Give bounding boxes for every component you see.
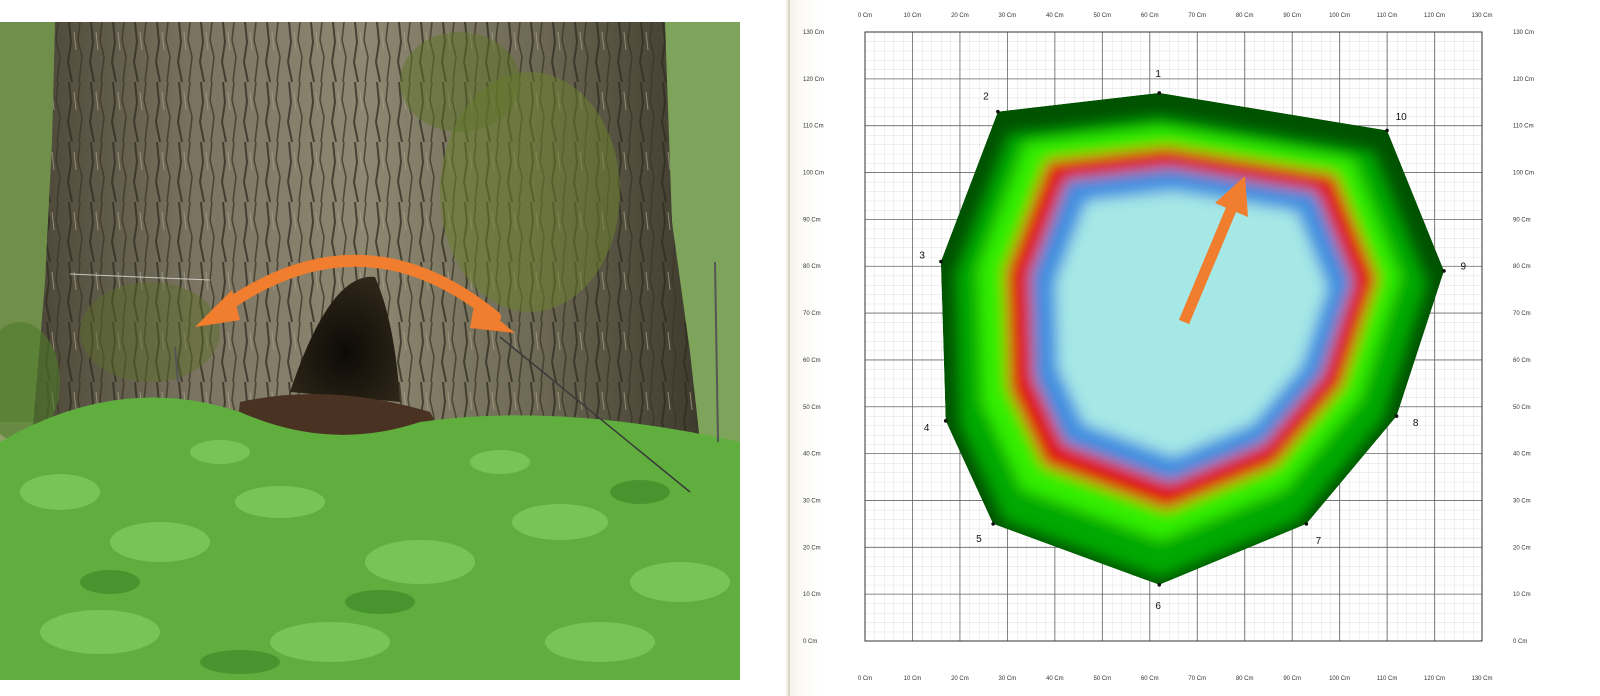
x-tick-label-top: 100 Cm — [1329, 13, 1350, 19]
sensor-point — [991, 522, 995, 526]
x-tick-label-bottom: 10 Cm — [904, 676, 922, 682]
x-tick-label-top: 130 Cm — [1471, 13, 1492, 19]
y-tick-label-right: 60 Cm — [1513, 358, 1531, 364]
x-tick-label-top: 20 Cm — [951, 13, 969, 19]
sensor-label: 2 — [983, 92, 989, 103]
x-tick-label-bottom: 120 Cm — [1424, 676, 1445, 682]
x-tick-label-top: 120 Cm — [1424, 13, 1445, 19]
sensor-point — [1442, 269, 1446, 273]
y-axis-right-labels: 0 Cm 10 Cm 20 Cm 30 Cm 40 Cm 50 Cm 60 Cm 70 Cm 8… — [1513, 30, 1534, 645]
sensor-point — [939, 259, 943, 264]
tomogram-panel: 0 Cm 10 Cm 20 Cm 30 Cm 40 Cm 50 Cm 60 Cm 70 Cm 8… — [790, 0, 1600, 696]
x-tick-label-top: 110 Cm — [1377, 13, 1398, 19]
x-tick-label-bottom: 60 Cm — [1141, 676, 1159, 682]
y-tick-label-left: 80 Cm — [803, 264, 821, 270]
x-tick-label-top: 30 Cm — [999, 13, 1017, 19]
x-tick-label-bottom: 100 Cm — [1329, 676, 1350, 682]
x-tick-label-bottom: 30 Cm — [999, 676, 1017, 682]
sensor-point — [943, 419, 948, 423]
sensor-point — [1157, 91, 1162, 95]
sensor-label: 6 — [1155, 601, 1161, 612]
y-tick-label-left: 20 Cm — [803, 545, 821, 551]
x-tick-label-bottom: 110 Cm — [1377, 676, 1398, 682]
y-tick-label-left: 10 Cm — [803, 592, 821, 598]
sensor-label: 5 — [976, 534, 982, 545]
y-tick-label-left: 130 Cm — [803, 30, 824, 36]
x-tick-label-bottom: 80 Cm — [1236, 676, 1254, 682]
x-tick-label-bottom: 0 Cm — [858, 676, 872, 682]
y-tick-label-right: 100 Cm — [1513, 171, 1534, 177]
x-tick-label-top: 10 Cm — [904, 13, 922, 19]
sensor-point — [1394, 414, 1399, 418]
y-tick-label-right: 30 Cm — [1513, 498, 1531, 504]
y-tick-label-left: 70 Cm — [803, 311, 821, 317]
x-tick-label-bottom: 90 Cm — [1283, 676, 1301, 682]
sensor-label: 9 — [1461, 262, 1467, 273]
y-tick-label-right: 80 Cm — [1513, 264, 1531, 270]
y-tick-label-right: 70 Cm — [1513, 311, 1531, 317]
x-tick-label-bottom: 40 Cm — [1046, 676, 1064, 682]
y-tick-label-left: 100 Cm — [803, 171, 824, 177]
y-tick-label-left: 90 Cm — [803, 217, 821, 223]
sensor-label: 7 — [1316, 536, 1322, 547]
y-tick-label-left: 50 Cm — [803, 405, 821, 411]
y-tick-label-left: 0 Cm — [803, 639, 817, 645]
x-axis-top-labels: 0 Cm 10 Cm 20 Cm 30 Cm 40 Cm 50 Cm 60 Cm 70 Cm 8… — [858, 13, 1493, 19]
x-tick-label-top: 70 Cm — [1188, 13, 1206, 19]
sensor-label: 3 — [919, 251, 925, 262]
sensor-point — [1385, 128, 1389, 133]
sensor-label: 8 — [1413, 418, 1419, 429]
y-tick-label-left: 60 Cm — [803, 358, 821, 364]
x-tick-label-bottom: 70 Cm — [1188, 676, 1206, 682]
sensor-label: 4 — [924, 423, 930, 434]
x-axis-bottom-labels: 0 Cm 10 Cm 20 Cm 30 Cm 40 Cm 50 Cm 60 Cm 70 Cm 8… — [858, 676, 1493, 682]
x-tick-label-top: 40 Cm — [1046, 13, 1064, 19]
x-tick-label-bottom: 50 Cm — [1093, 676, 1111, 682]
x-tick-label-top: 50 Cm — [1093, 13, 1111, 19]
y-tick-label-left: 30 Cm — [803, 498, 821, 504]
y-tick-label-right: 40 Cm — [1513, 452, 1531, 458]
y-tick-label-left: 110 Cm — [803, 124, 824, 130]
y-tick-label-right: 50 Cm — [1513, 405, 1531, 411]
y-axis-left-labels: 0 Cm 10 Cm 20 Cm 30 Cm 40 Cm 50 Cm 60 Cm 70 Cm 8… — [803, 30, 824, 645]
x-tick-label-bottom: 20 Cm — [951, 676, 969, 682]
y-tick-label-right: 110 Cm — [1513, 124, 1534, 130]
tree-photo — [0, 22, 740, 680]
y-tick-label-left: 40 Cm — [803, 452, 821, 458]
y-tick-label-right: 90 Cm — [1513, 217, 1531, 223]
sensor-point — [1157, 582, 1162, 587]
sensor-point — [1304, 522, 1309, 526]
y-tick-label-right: 130 Cm — [1513, 30, 1534, 36]
sensor-label: 1 — [1155, 69, 1161, 80]
y-tick-label-right: 0 Cm — [1513, 639, 1527, 645]
x-tick-label-top: 90 Cm — [1283, 13, 1301, 19]
sensor-point — [996, 109, 1000, 114]
x-tick-label-top: 0 Cm — [858, 13, 872, 19]
y-tick-label-right: 10 Cm — [1513, 592, 1531, 598]
y-tick-label-right: 20 Cm — [1513, 545, 1531, 551]
x-tick-label-top: 60 Cm — [1141, 13, 1159, 19]
x-tick-label-bottom: 130 Cm — [1471, 676, 1492, 682]
y-tick-label-right: 120 Cm — [1513, 77, 1534, 83]
sensor-label: 10 — [1396, 112, 1408, 123]
y-tick-label-left: 120 Cm — [803, 77, 824, 83]
x-tick-label-top: 80 Cm — [1236, 13, 1254, 19]
